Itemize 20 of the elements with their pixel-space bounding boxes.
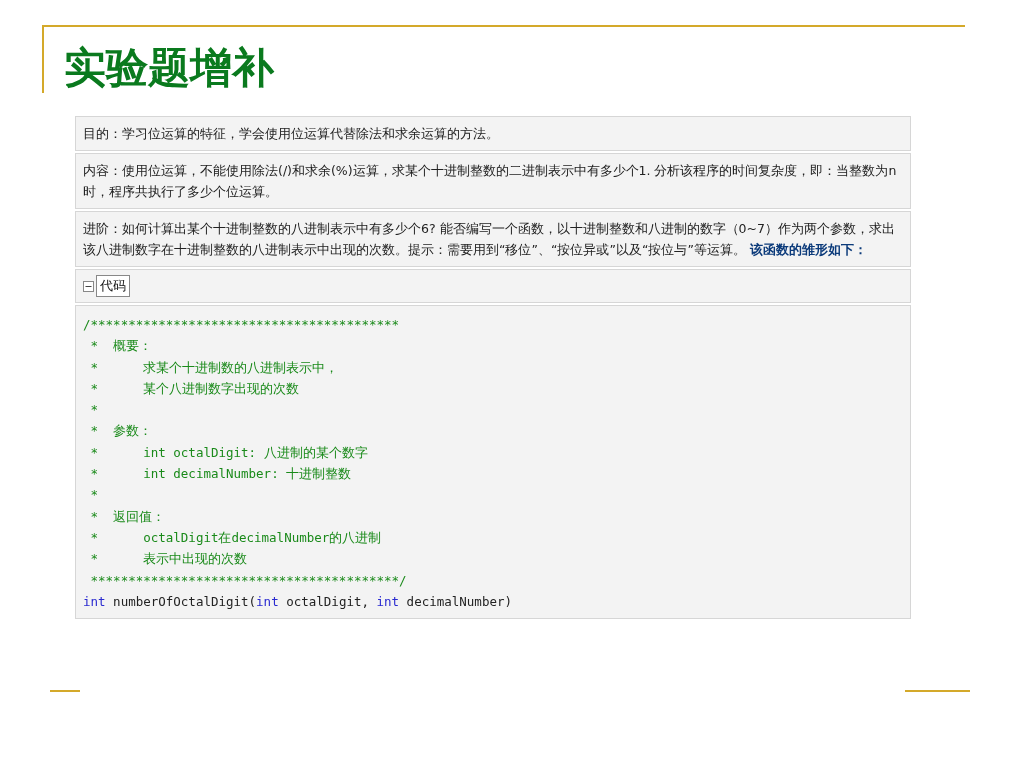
- code-comment-line: * int decimalNumber: 十进制整数: [89, 465, 353, 484]
- code-comment-line: /*****************************************: [83, 316, 401, 334]
- code-comment-line: *: [89, 401, 100, 420]
- collapse-icon[interactable]: [83, 280, 94, 292]
- code-comment-line: *****************************************/: [89, 571, 408, 590]
- code-comment-line: * 参数：: [89, 422, 154, 441]
- code-comment-line: * 求某个十进制数的八进制表示中，: [89, 358, 340, 377]
- code-comment-line: * 表示中出现的次数: [89, 550, 249, 569]
- code-comment-line: * 概要：: [89, 337, 154, 356]
- text-panel: 进阶：如何计算出某个十进制整数的八进制表示中有多少个6? 能否编写一个函数，以十进制整数和八进制的数字（0~7）作为两个参数，求出该八进制数字在十进制整数的八进制表示中出现的次数。提示：需要用到“移位”、“按位异或”以及“按位与”等运算。 该函数的雏形如下：: [75, 211, 911, 267]
- slide-title: 实验题增补: [64, 42, 275, 94]
- code-comment-line: * 某个八进制数字出现的次数: [89, 379, 301, 398]
- code-toggle[interactable]: 代码: [96, 275, 130, 297]
- code-line: int numberOfOctalDigit(int octalDigit, int decimalNumber): [83, 592, 513, 611]
- text-panel: 目的：学习位运算的特征，学会使用位运算代替除法和求余运算的方法。: [75, 116, 911, 151]
- code-comment-line: * int octalDigit: 八进制的某个数字: [89, 443, 369, 462]
- code-comment-line: * 返回值：: [89, 507, 167, 526]
- code-comment-line: *: [89, 486, 100, 505]
- code-comment-line: * octalDigit在decimalNumber的八进制: [89, 528, 383, 547]
- text-panel: 内容：使用位运算，不能使用除法(/)和求余(%)运算，求某个十进制整数的二进制表示中有多少个1. 分析该程序的时间复杂度，即：当整数为n时，程序共执行了多少个位运算。: [75, 153, 911, 209]
